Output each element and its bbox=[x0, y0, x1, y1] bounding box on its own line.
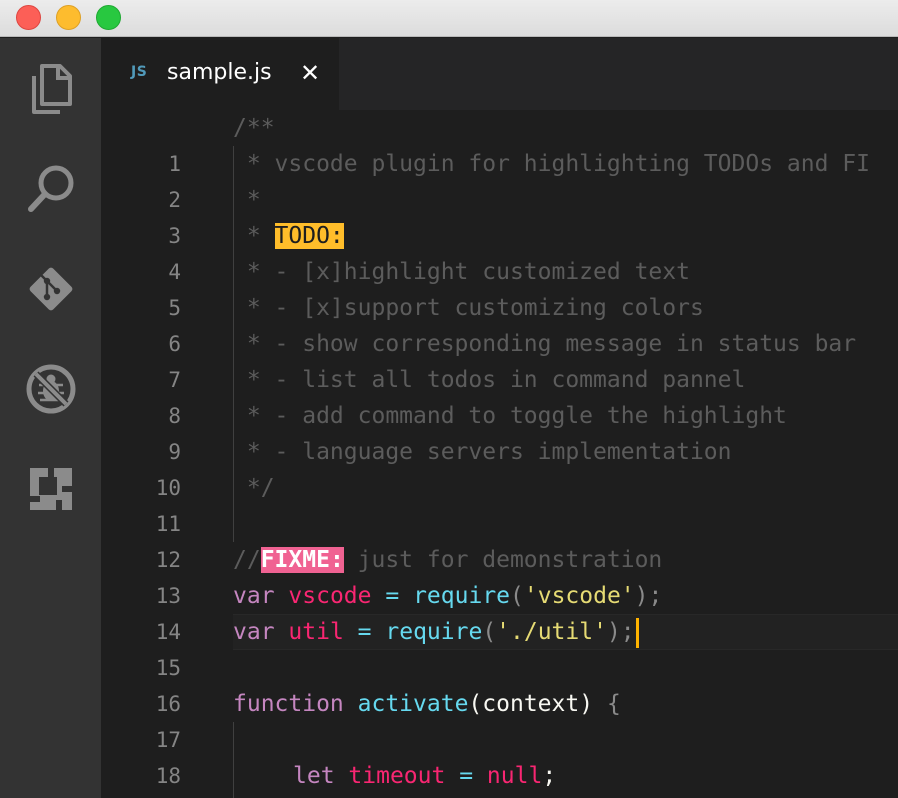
tab-label: sample.js bbox=[167, 60, 272, 85]
function-call: require bbox=[413, 583, 511, 609]
function-name: activate bbox=[357, 691, 469, 717]
code-line: 6 * - [x]support customizing colors bbox=[101, 290, 898, 356]
comment-text: * - show corresponding message in status… bbox=[233, 331, 857, 357]
code-line: 3 * bbox=[101, 182, 898, 248]
punctuation: ; bbox=[542, 763, 557, 789]
close-tab-icon[interactable]: ✕ bbox=[297, 60, 323, 86]
punctuation: ); bbox=[634, 583, 663, 609]
string-literal: './util' bbox=[496, 619, 607, 645]
parameter: context bbox=[482, 691, 580, 717]
tab-sample-js[interactable]: JS sample.js ✕ bbox=[101, 38, 339, 110]
code-line: 11 */ bbox=[101, 470, 898, 536]
comment-text: * - add command to toggle the highlight bbox=[233, 403, 787, 429]
maximize-window-button[interactable] bbox=[96, 5, 121, 30]
code-line: 12 bbox=[101, 506, 898, 572]
keyword: function bbox=[233, 691, 344, 717]
activity-bar bbox=[0, 38, 101, 798]
brace: { bbox=[606, 691, 621, 717]
comment-text: * - [x]highlight customized text bbox=[233, 259, 690, 285]
code-line: 9 * - add command to toggle the highligh… bbox=[101, 398, 898, 464]
code-line: 7 * - show corresponding message in stat… bbox=[101, 326, 898, 392]
comment-text: just for demonstration bbox=[343, 547, 663, 573]
files-icon bbox=[32, 64, 72, 114]
current-code-line: 15 var util = require('./util'); bbox=[101, 614, 898, 680]
extensions-button[interactable] bbox=[22, 460, 80, 518]
identifier: timeout bbox=[348, 763, 446, 789]
string-literal: 'vscode' bbox=[523, 583, 635, 609]
identifier: util bbox=[288, 619, 344, 645]
explorer-button[interactable] bbox=[22, 60, 80, 118]
code-line: 18 bbox=[101, 722, 898, 788]
comment-text: * - language servers implementation bbox=[233, 439, 732, 465]
code-line: 4 * TODO: bbox=[101, 218, 898, 284]
comment-text: * bbox=[233, 223, 275, 249]
code-line: 10 * - language servers implementation bbox=[101, 434, 898, 500]
fixme-highlight: FIXME: bbox=[260, 547, 344, 573]
code-line: 8 * - list all todos in command pannel bbox=[101, 362, 898, 428]
identifier: vscode bbox=[288, 583, 372, 609]
operator: = bbox=[459, 763, 474, 789]
extensions-icon bbox=[30, 468, 72, 510]
punctuation: ); bbox=[606, 619, 635, 645]
comment-text: * - list all todos in command pannel bbox=[233, 367, 746, 393]
comment-text: * - [x]support customizing colors bbox=[233, 295, 704, 321]
operator: = bbox=[385, 583, 400, 609]
comment-text: /** bbox=[233, 115, 275, 141]
function-call: require bbox=[385, 619, 483, 645]
code-line: 13 //FIXME: just for demonstration bbox=[101, 542, 898, 608]
code-line: 14 var vscode = require('vscode'); bbox=[101, 578, 898, 644]
minimize-window-button[interactable] bbox=[56, 5, 81, 30]
punctuation: ) bbox=[579, 691, 594, 717]
comment-text: // bbox=[233, 547, 261, 573]
no-bug-icon bbox=[26, 364, 76, 414]
editor-window: JS sample.js ✕ 1 /** 2 * vscode plugin f… bbox=[0, 0, 898, 798]
comment-text: */ bbox=[233, 475, 275, 501]
search-icon bbox=[28, 165, 74, 212]
line-number: 19 bbox=[101, 794, 181, 798]
tab-strip: JS sample.js ✕ bbox=[101, 38, 898, 110]
todo-highlight: TODO: bbox=[274, 223, 344, 249]
code-line: 2 * vscode plugin for highlighting TODOs… bbox=[101, 146, 898, 212]
comment-text: * vscode plugin for highlighting TODOs a… bbox=[233, 151, 870, 177]
search-button[interactable] bbox=[22, 160, 80, 218]
code-line: 17 function activate(context) { bbox=[101, 686, 898, 752]
punctuation: ( bbox=[468, 691, 483, 717]
text-cursor bbox=[635, 617, 639, 648]
code-line: 5 * - [x]highlight customized text bbox=[101, 254, 898, 320]
code-line: 19 let timeout = null; bbox=[101, 758, 898, 794]
keyword: let bbox=[293, 763, 335, 789]
close-window-button[interactable] bbox=[16, 5, 41, 30]
title-bar bbox=[0, 0, 898, 37]
operator: = bbox=[357, 619, 372, 645]
literal: null bbox=[486, 763, 543, 789]
code-line: 16 bbox=[101, 650, 898, 716]
debug-button[interactable] bbox=[22, 360, 80, 418]
keyword: var bbox=[233, 619, 275, 645]
code-editor[interactable]: 1 /** 2 * vscode plugin for highlighting… bbox=[101, 110, 898, 798]
punctuation: ( bbox=[482, 619, 497, 645]
javascript-file-icon: JS bbox=[131, 64, 148, 80]
code-line: 1 /** bbox=[101, 110, 898, 176]
comment-text: * bbox=[233, 187, 261, 213]
punctuation: ( bbox=[510, 583, 524, 609]
git-icon bbox=[29, 267, 73, 311]
source-control-button[interactable] bbox=[22, 260, 80, 318]
keyword: var bbox=[233, 583, 275, 609]
